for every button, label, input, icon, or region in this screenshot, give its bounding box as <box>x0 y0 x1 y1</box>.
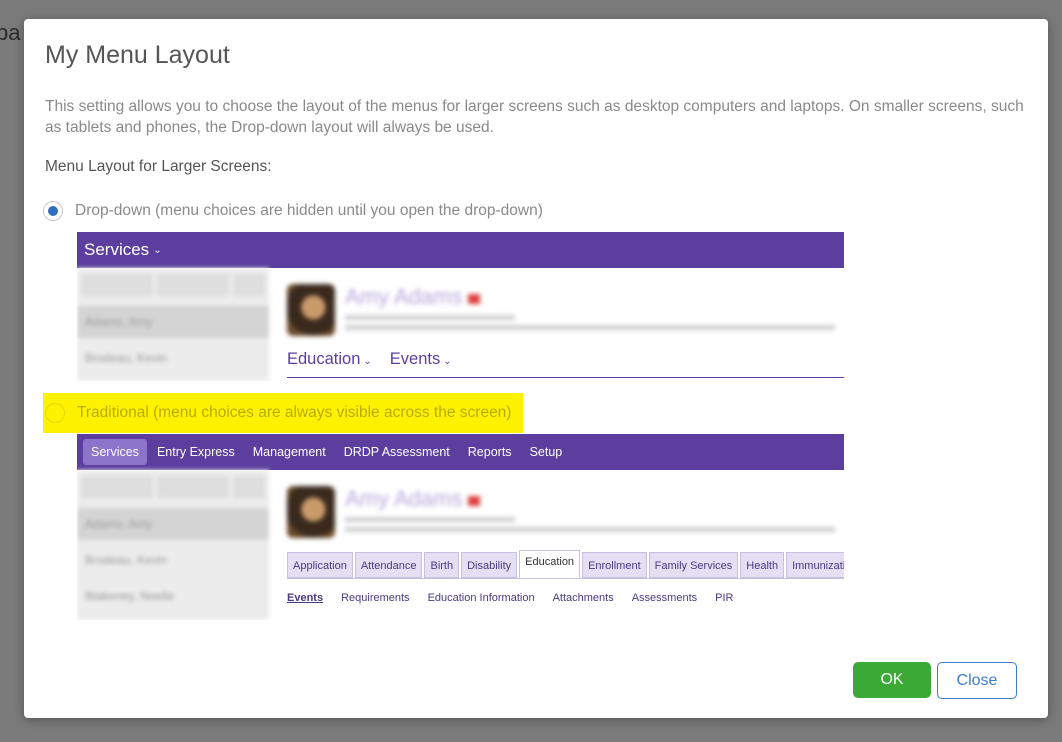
preview-sidebar-row: Adams, Amy <box>77 306 269 338</box>
avatar <box>287 284 335 336</box>
radio-traditional[interactable] <box>45 403 65 423</box>
preview-sublink: Requirements <box>341 592 410 604</box>
section-label: Menu Layout for Larger Screens: <box>45 158 272 175</box>
preview-tab: Disability <box>461 552 518 578</box>
preview-add-family-box <box>157 476 229 498</box>
dialog-title: My Menu Layout <box>45 41 230 69</box>
option-traditional-label: Traditional (menu choices are always vis… <box>77 404 512 421</box>
preview-search-box <box>81 274 153 296</box>
avatar <box>287 486 335 538</box>
close-button[interactable]: Close <box>937 662 1017 699</box>
preview-sidebar: Adams, Amy Brodeau, Kevin <box>77 268 269 381</box>
preview-tab: Attendance <box>354 552 423 578</box>
preview-sublinks: Events Requirements Education Informatio… <box>287 592 733 604</box>
preview-sidebar: Adams, Amy Brodeau, Kevin Blakeney, Noel… <box>77 470 269 620</box>
preview-tab: Family Services <box>648 552 739 578</box>
preview-traditional-navbar: Services Entry Express Management DRDP A… <box>77 434 844 470</box>
preview-tab: Health <box>740 552 785 578</box>
preview-tab: Birth <box>424 552 460 578</box>
preview-nav-reports: Reports <box>467 445 512 459</box>
preview-sidebar-row: Adams, Amy <box>77 508 269 540</box>
menu-layout-dialog: My Menu Layout This setting allows you t… <box>24 19 1048 718</box>
preview-add-family-box <box>157 274 229 296</box>
preview-more-box <box>233 476 265 498</box>
preview-subtab-education: Education <box>287 350 361 368</box>
preview-sidebar-row: Brodeau, Kevin <box>85 351 168 365</box>
radio-selected-dot <box>48 206 58 216</box>
preview-traditional: Services Entry Express Management DRDP A… <box>77 434 844 620</box>
ok-button[interactable]: OK <box>853 662 931 698</box>
chevron-down-icon: ⌄ <box>443 356 452 367</box>
dialog-description: This setting allows you to choose the la… <box>45 98 1024 136</box>
preview-person-name: Amy Adams <box>345 284 463 309</box>
preview-dropdown-menubar: Services ⌄ <box>77 232 844 268</box>
preview-person-name: Amy Adams <box>345 486 463 511</box>
preview-tabs: Application Attendance Birth Disability … <box>287 550 844 579</box>
preview-nav-management: Management <box>252 445 326 459</box>
preview-nav-setup: Setup <box>529 445 563 459</box>
preview-tab: Enrollment <box>582 552 647 578</box>
preview-sublink: Attachments <box>552 592 614 604</box>
preview-nav-services: Services <box>83 439 147 465</box>
option-dropdown[interactable]: Drop-down (menu choices are hidden until… <box>43 196 543 226</box>
preview-services-menu: Services <box>84 240 150 259</box>
preview-sublink: Education Information <box>427 592 535 604</box>
preview-sublink-events: Events <box>287 592 324 604</box>
chevron-down-icon: ⌄ <box>153 244 162 256</box>
preview-dropdown: Services ⌄ Adams, Amy Brodeau, Kevin Amy… <box>77 232 844 381</box>
preview-subtabs: Education ⌄ Events ⌄ <box>287 350 844 378</box>
chevron-down-icon: ⌄ <box>363 356 372 367</box>
preview-person-header: Amy Adams <box>287 486 835 538</box>
preview-sidebar-row: Brodeau, Kevin <box>85 553 168 567</box>
preview-tab: Immunizations <box>786 552 844 578</box>
option-dropdown-label: Drop-down (menu choices are hidden until… <box>75 202 543 219</box>
option-traditional[interactable]: Traditional (menu choices are always vis… <box>43 393 524 433</box>
preview-person-header: Amy Adams <box>287 284 835 336</box>
flag-icon <box>468 294 481 304</box>
preview-subtab-events: Events <box>389 350 441 368</box>
preview-tab: Application <box>287 552 353 578</box>
flag-icon <box>468 496 481 506</box>
preview-nav-drdp-assessment: DRDP Assessment <box>343 445 450 459</box>
preview-tab-active: Education <box>519 550 581 578</box>
preview-more-box <box>233 274 265 296</box>
preview-search-box <box>81 476 153 498</box>
preview-nav-entry-express: Entry Express <box>156 445 235 459</box>
radio-dropdown[interactable] <box>43 201 63 221</box>
preview-sublink: PIR <box>715 592 734 604</box>
background-text: pa <box>0 20 21 45</box>
preview-sublink: Assessments <box>631 592 698 604</box>
preview-sidebar-row: Blakeney, Noelle <box>85 589 175 603</box>
